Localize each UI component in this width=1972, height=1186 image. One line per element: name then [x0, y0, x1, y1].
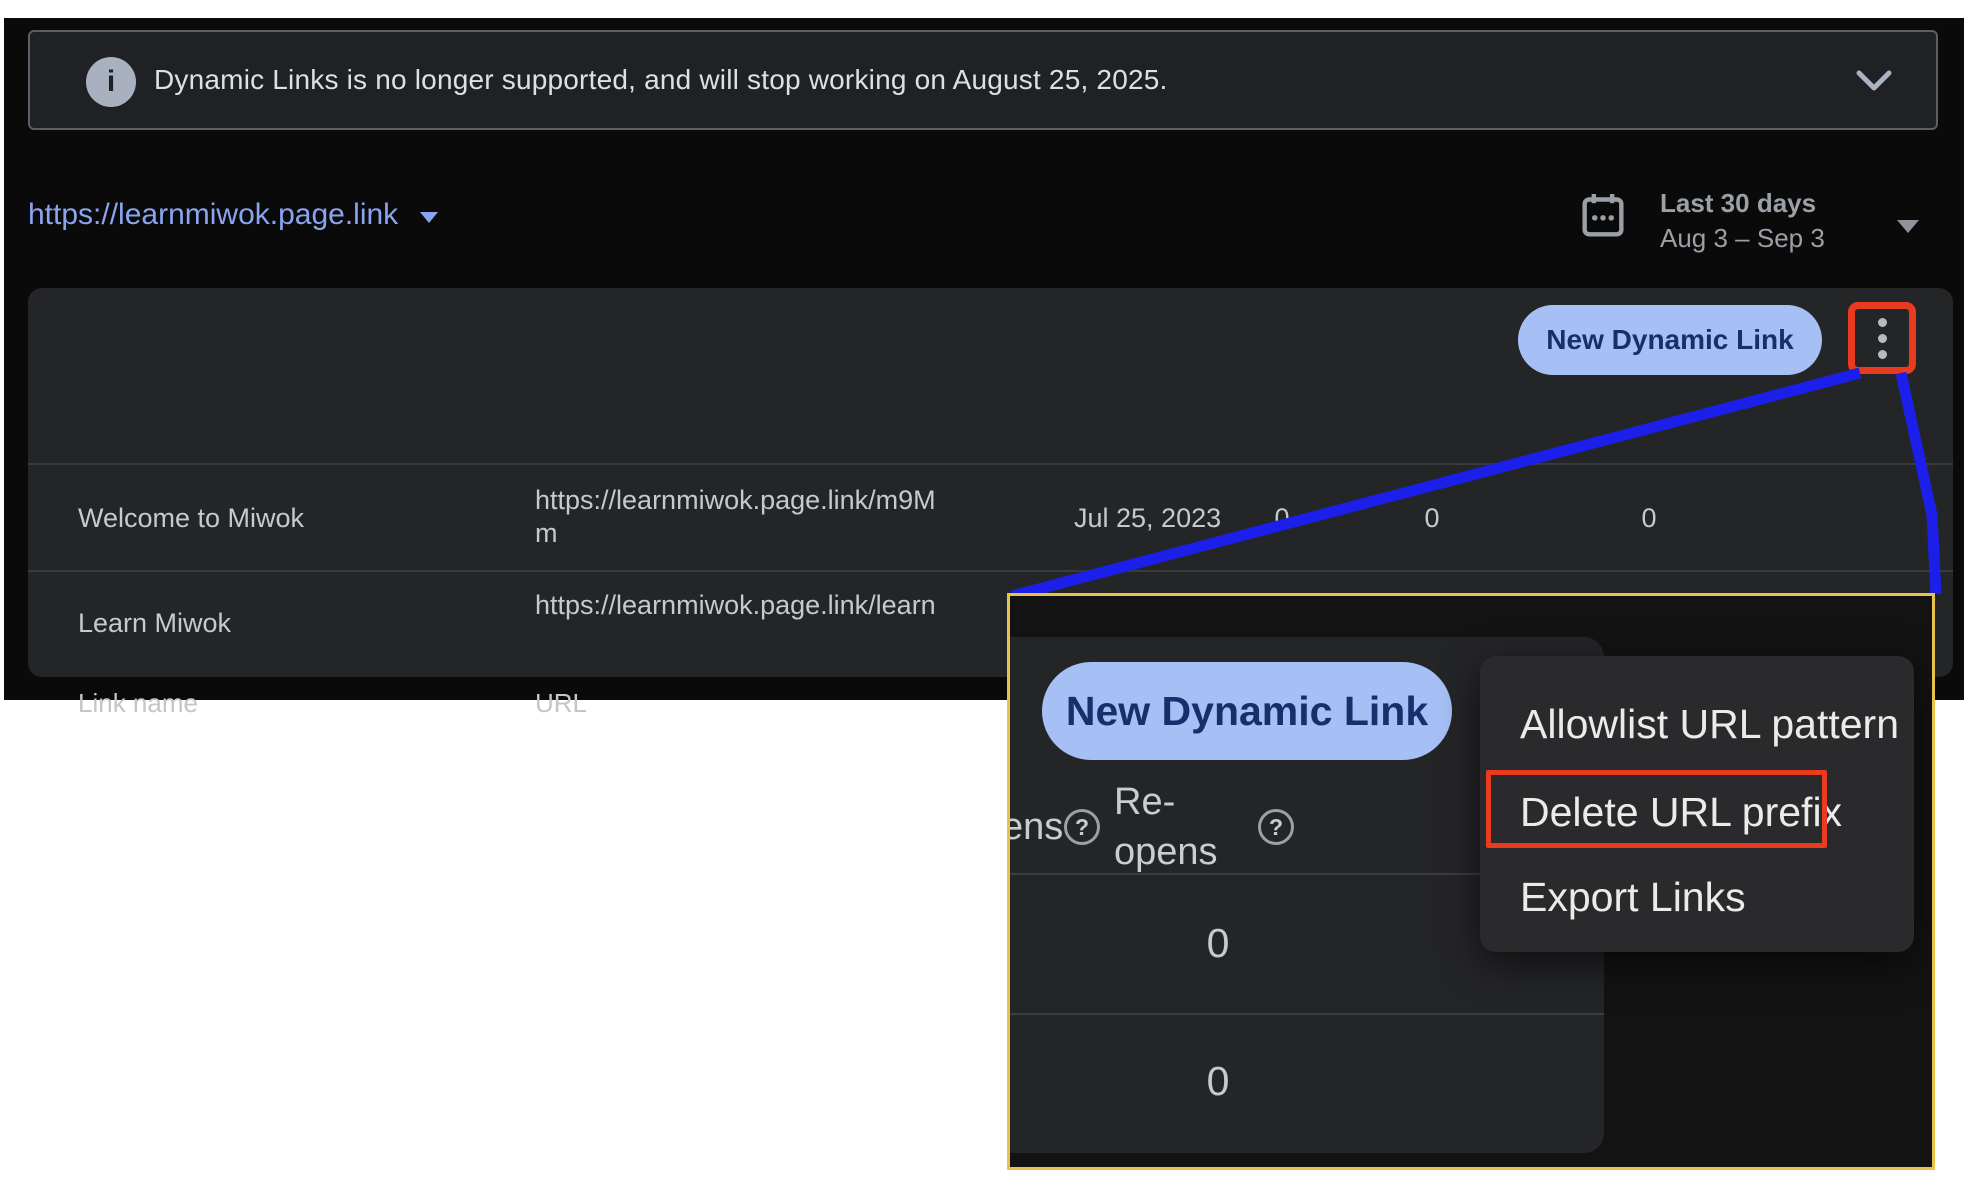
zoomed-re-opens-value: 0	[1194, 920, 1242, 967]
clicks-cell: 0	[1260, 502, 1304, 535]
url-prefix-selector[interactable]: https://learnmiwok.page.link	[28, 198, 438, 232]
row-divider	[28, 570, 1953, 572]
date-range-label[interactable]: Last 30 days	[1660, 188, 1816, 219]
first-opens-cell: 0	[1410, 502, 1454, 535]
date-range-dates: Aug 3 – Sep 3	[1660, 223, 1825, 254]
calendar-icon	[1581, 192, 1625, 240]
header-divider	[28, 463, 1953, 465]
overflow-menu: Allowlist URL pattern Delete URL prefix …	[1480, 656, 1914, 952]
chevron-down-icon[interactable]	[1856, 70, 1892, 92]
zoomed-header-re-opens-line1: Re-	[1114, 779, 1175, 825]
menu-item-export-links[interactable]: Export Links	[1520, 873, 1746, 921]
url-prefix-value: https://learnmiwok.page.link	[28, 198, 398, 232]
url-cell: https://learnmiwok.page.link/m9Mm	[535, 484, 955, 550]
zoomed-new-dynamic-link-button[interactable]: New Dynamic Link	[1042, 662, 1452, 760]
date-range-dropdown-arrow-icon[interactable]	[1897, 220, 1919, 233]
re-opens-cell: 0	[1627, 502, 1671, 535]
info-icon: i	[86, 57, 136, 107]
created-cell: Jul 25, 2023	[1074, 502, 1221, 535]
kebab-annotation-red-box	[1848, 302, 1916, 374]
link-name-cell: Welcome to Miwok	[78, 502, 304, 535]
link-name-cell: Learn Miwok	[78, 607, 231, 640]
deprecation-banner: i Dynamic Links is no longer supported, …	[28, 30, 1938, 130]
delete-url-prefix-annotation-red-box	[1486, 770, 1827, 848]
new-dynamic-link-button[interactable]: New Dynamic Link	[1518, 305, 1822, 375]
zoomed-row-divider	[1010, 1013, 1604, 1015]
zoomed-header-re-opens-line2: opens	[1114, 829, 1218, 875]
dropdown-arrow-icon	[420, 212, 438, 223]
col-header-link-name: Link name	[78, 688, 198, 718]
menu-item-allowlist-url-pattern[interactable]: Allowlist URL pattern	[1520, 700, 1899, 748]
zoomed-re-opens-value: 0	[1194, 1058, 1242, 1105]
zoomed-header-first-opens-fragment: ens	[1007, 804, 1063, 850]
overflow-kebab-icon[interactable]	[1878, 318, 1887, 359]
deprecation-banner-text: Dynamic Links is no longer supported, an…	[154, 32, 1168, 128]
zoomed-re-opens-help-icon[interactable]: ?	[1258, 809, 1294, 845]
url-cell: https://learnmiwok.page.link/learn	[535, 589, 955, 622]
zoomed-first-opens-help-icon[interactable]: ?	[1064, 809, 1100, 845]
zoom-callout: New Dynamic Link ens ? Re- opens ? 0 0 A…	[1007, 593, 1935, 1170]
col-header-url: URL	[535, 688, 587, 718]
